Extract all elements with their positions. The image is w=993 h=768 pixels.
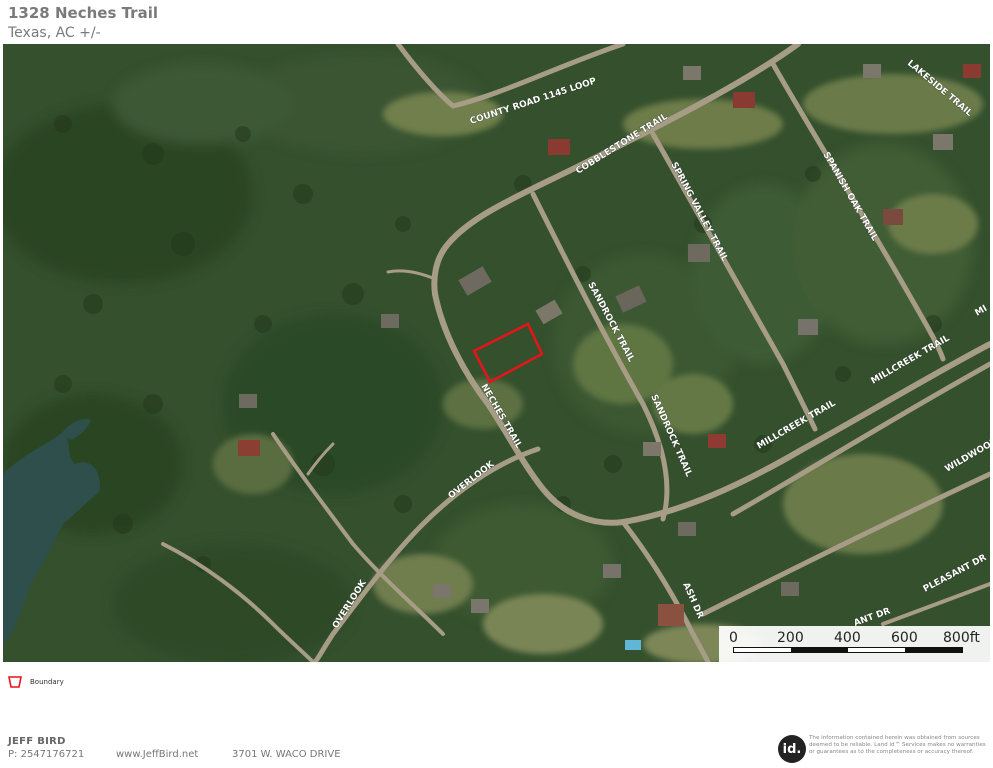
scale-label-800: 800ft [943,630,980,646]
agent-website[interactable]: www.JeffBird.net [116,749,232,760]
aerial-map[interactable]: COUNTY ROAD 1145 LOOP COBBLESTONE TRAIL … [3,44,990,662]
property-subtitle: Texas, AC +/- [8,25,101,41]
aerial-map-canvas[interactable]: COUNTY ROAD 1145 LOOP COBBLESTONE TRAIL … [3,44,990,662]
land-id-logo-icon: id. [778,735,806,763]
map-legend: Boundary [8,676,64,688]
boundary-polygon-icon [8,676,22,688]
contact-row: P: 2547176721 www.JeffBird.net 3701 W. W… [8,749,341,760]
map-header: 1328 Neches Trail Texas, AC +/- [8,4,158,41]
agent-footer: JEFF BIRD P: 2547176721 www.JeffBird.net… [8,736,341,760]
scale-segment [734,648,791,652]
scale-label-400: 400 [834,630,861,646]
scale-label-600: 600 [891,630,918,646]
agent-phone[interactable]: P: 2547176721 [8,749,116,760]
scale-bar-graphic [733,647,963,653]
scale-labels: 0 200 400 600 800ft [719,630,990,646]
scale-segment [848,648,905,652]
scale-label-200: 200 [777,630,804,646]
scale-label-0: 0 [729,630,738,646]
disclaimer-text: The information contained herein was obt… [809,735,986,756]
agent-name: JEFF BIRD [8,736,66,747]
legend-boundary-label: Boundary [30,678,64,686]
property-title: 1328 Neches Trail [8,4,158,22]
scale-bar: 0 200 400 600 800ft [719,626,990,662]
scale-segment [791,648,848,652]
scale-segment [905,648,962,652]
agent-address: 3701 W. WACO DRIVE [232,749,341,760]
